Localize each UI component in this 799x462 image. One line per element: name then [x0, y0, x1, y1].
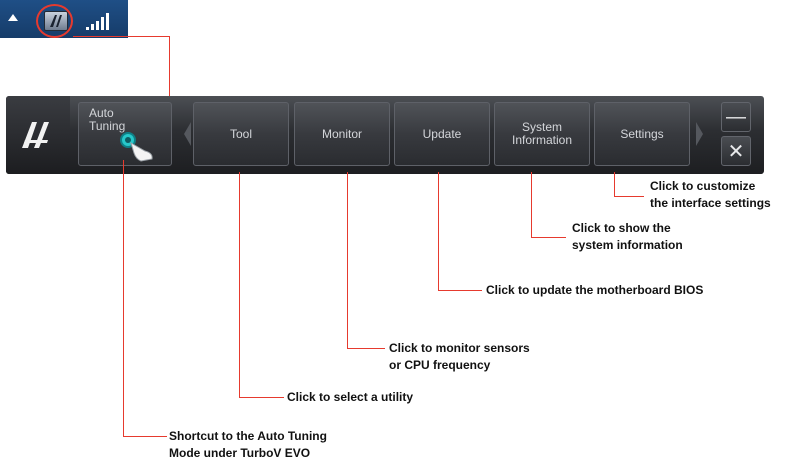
update-button[interactable]: Update	[394, 102, 490, 166]
connector-line	[347, 172, 348, 348]
settings-label: Settings	[620, 126, 664, 141]
tool-callout: Click to select a utility	[287, 389, 413, 406]
connector-line	[239, 397, 284, 398]
monitor-label: Monitor	[321, 126, 362, 141]
close-button[interactable]: ✕	[721, 136, 751, 166]
connector-line	[438, 290, 482, 291]
connector-line	[531, 172, 532, 237]
minimize-button[interactable]: —	[721, 102, 751, 132]
connector-line	[73, 36, 169, 37]
auto-tuning-label: Auto Tuning	[89, 106, 126, 133]
connector-line	[438, 172, 439, 290]
system-information-label: System Information	[511, 120, 573, 147]
update-label: Update	[422, 126, 462, 141]
connector-line	[123, 436, 167, 437]
signal-bars-icon	[86, 13, 109, 30]
connector-line	[347, 348, 385, 349]
update-callout-text: Click to update the motherboard BIOS	[486, 283, 704, 297]
tool-callout-text: Click to select a utility	[287, 390, 414, 404]
close-icon: ✕	[727, 140, 745, 163]
connector-line	[614, 196, 644, 197]
auto-tuning-callout: Shortcut to the Auto Tuning Mode under T…	[169, 428, 327, 462]
system-information-button[interactable]: System Information	[494, 102, 590, 166]
minimize-icon: —	[726, 105, 746, 128]
tool-button[interactable]: Tool	[193, 102, 289, 166]
monitor-callout-text: Click to monitor sensors or CPU frequenc…	[389, 341, 530, 372]
scroll-right-arrow-icon[interactable]	[696, 122, 703, 146]
ai-suite-toolbar: Auto Tuning Tool Monitor Update System I…	[6, 96, 764, 174]
connector-line	[239, 172, 240, 397]
up-arrow-icon[interactable]	[8, 14, 18, 21]
settings-button[interactable]: Settings	[594, 102, 690, 166]
hand-pointer-icon	[120, 132, 153, 162]
auto-tuning-button[interactable]: Auto Tuning	[78, 102, 172, 166]
monitor-button[interactable]: Monitor	[294, 102, 390, 166]
update-callout: Click to update the motherboard BIOS	[486, 282, 703, 299]
auto-tuning-callout-text: Shortcut to the Auto Tuning Mode under T…	[169, 429, 327, 460]
scroll-left-arrow-icon[interactable]	[184, 122, 191, 146]
connector-line	[614, 172, 615, 196]
settings-callout: Click to customize the interface setting…	[650, 178, 771, 212]
connector-line	[169, 36, 170, 96]
monitor-callout: Click to monitor sensors or CPU frequenc…	[389, 340, 530, 374]
connector-line	[123, 160, 124, 436]
system-information-callout: Click to show the system information	[572, 220, 683, 254]
ai-suite-logo-icon[interactable]	[6, 96, 70, 174]
connector-line	[531, 237, 566, 238]
tray-highlight-circle	[36, 4, 73, 38]
settings-callout-text: Click to customize the interface setting…	[650, 179, 771, 210]
system-information-callout-text: Click to show the system information	[572, 221, 683, 252]
tool-label: Tool	[229, 126, 252, 141]
